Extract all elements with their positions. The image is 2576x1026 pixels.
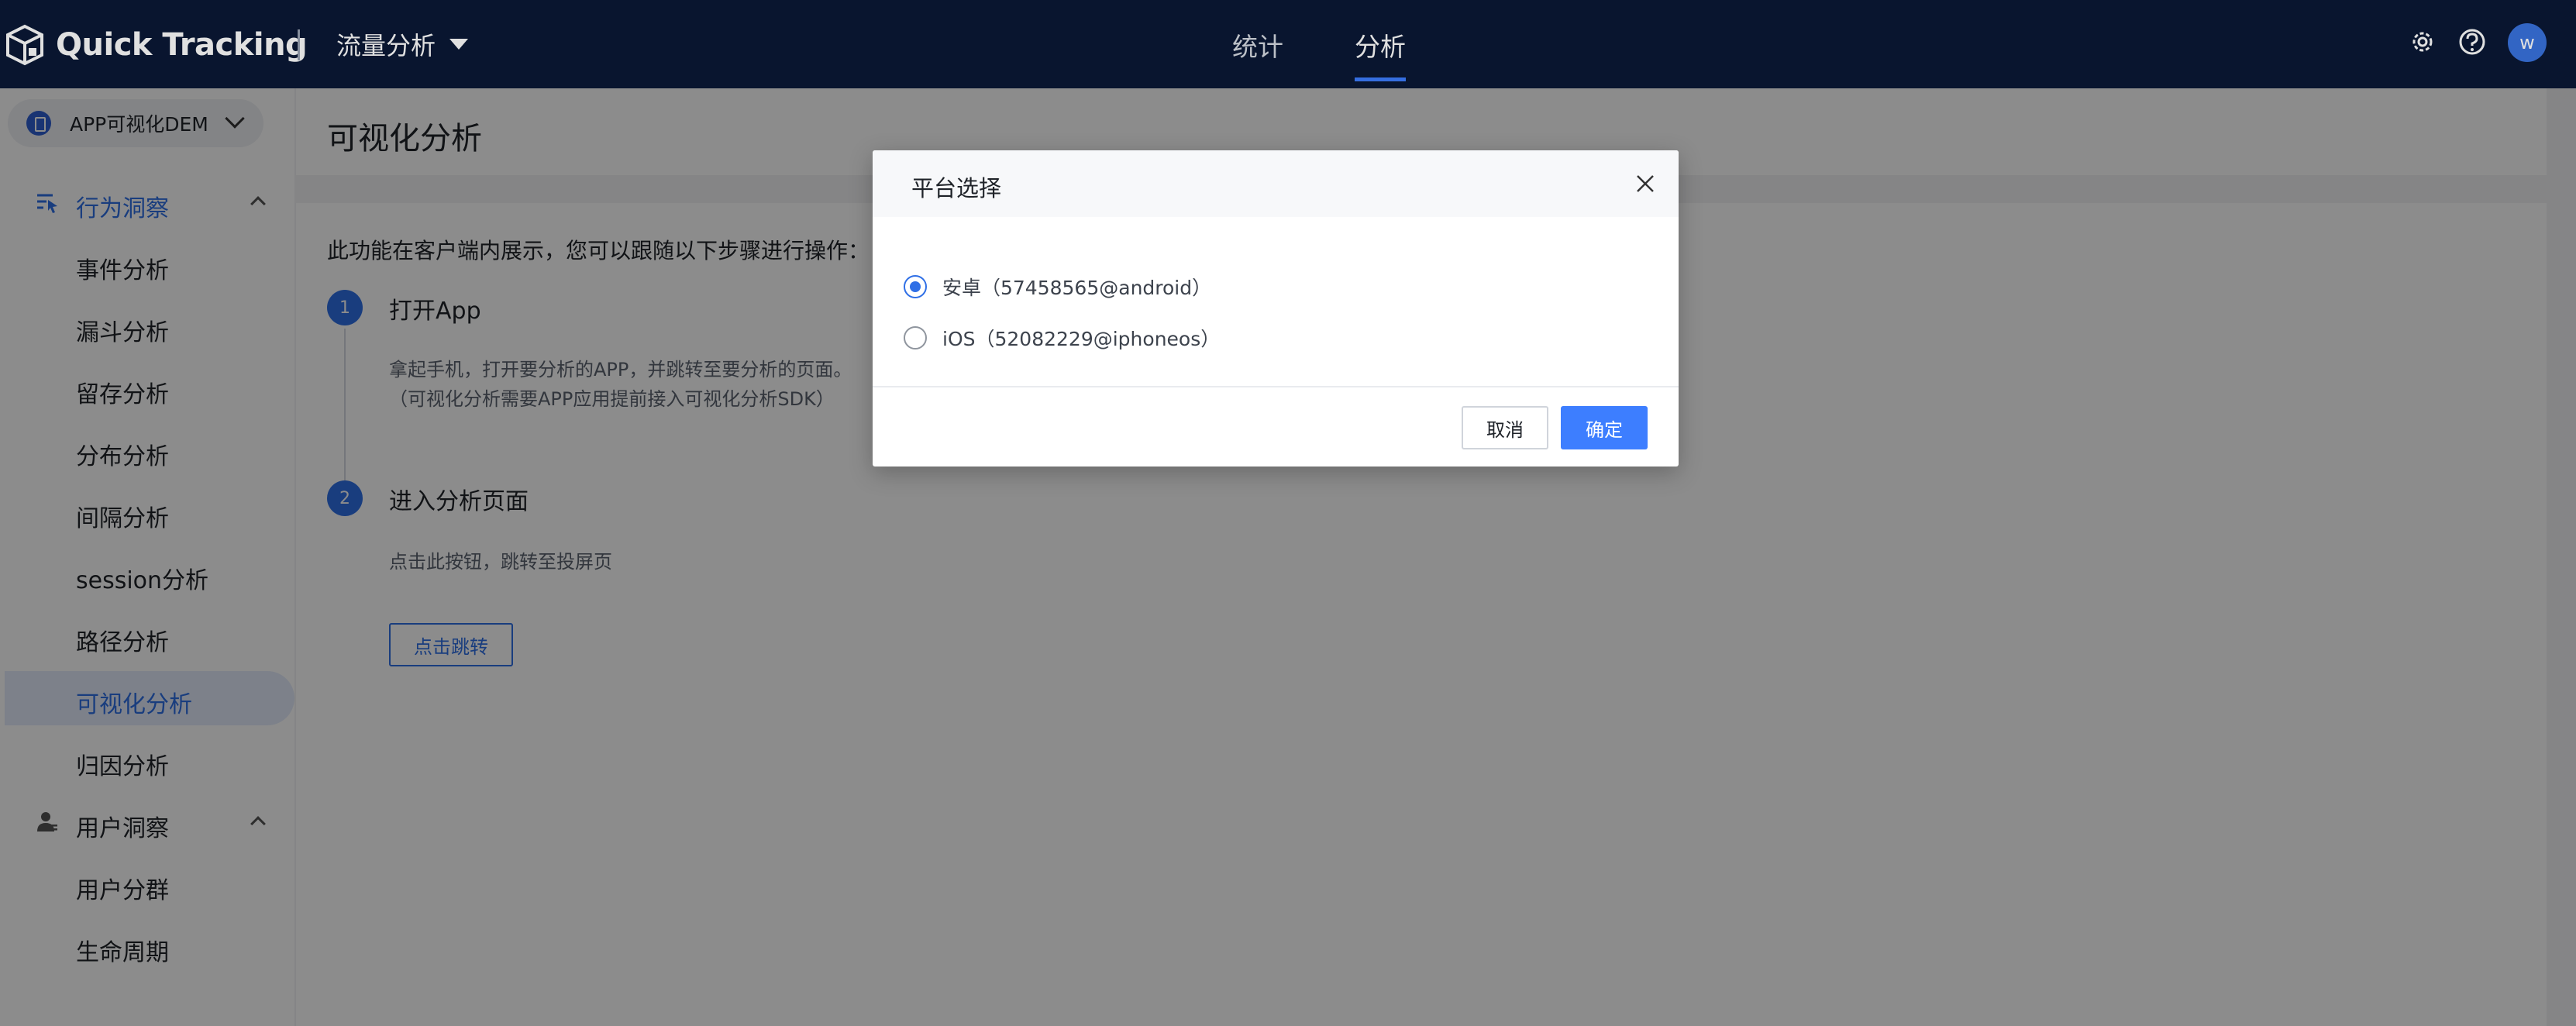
radio-option-ios[interactable]: iOS（52082229@iphoneos）	[904, 322, 1220, 353]
radio-button[interactable]	[904, 326, 927, 349]
radio-label: iOS（52082229@iphoneos）	[942, 328, 1221, 350]
radio-label: 安卓（57458565@android）	[942, 277, 1212, 299]
platform-select-dialog: 平台选择 安卓（57458565@android） iOS（52082229@i…	[873, 150, 1679, 467]
dialog-divider	[873, 386, 1679, 387]
dialog-title: 平台选择	[911, 175, 1002, 201]
radio-button[interactable]	[904, 275, 927, 298]
dialog-header: 平台选择	[873, 150, 1679, 217]
radio-option-android[interactable]: 安卓（57458565@android）	[904, 271, 1211, 302]
modal-backdrop-header	[0, 0, 2576, 88]
cancel-button[interactable]: 取消	[1462, 406, 1548, 449]
close-icon[interactable]	[1635, 174, 1655, 194]
confirm-button[interactable]: 确定	[1561, 406, 1648, 449]
